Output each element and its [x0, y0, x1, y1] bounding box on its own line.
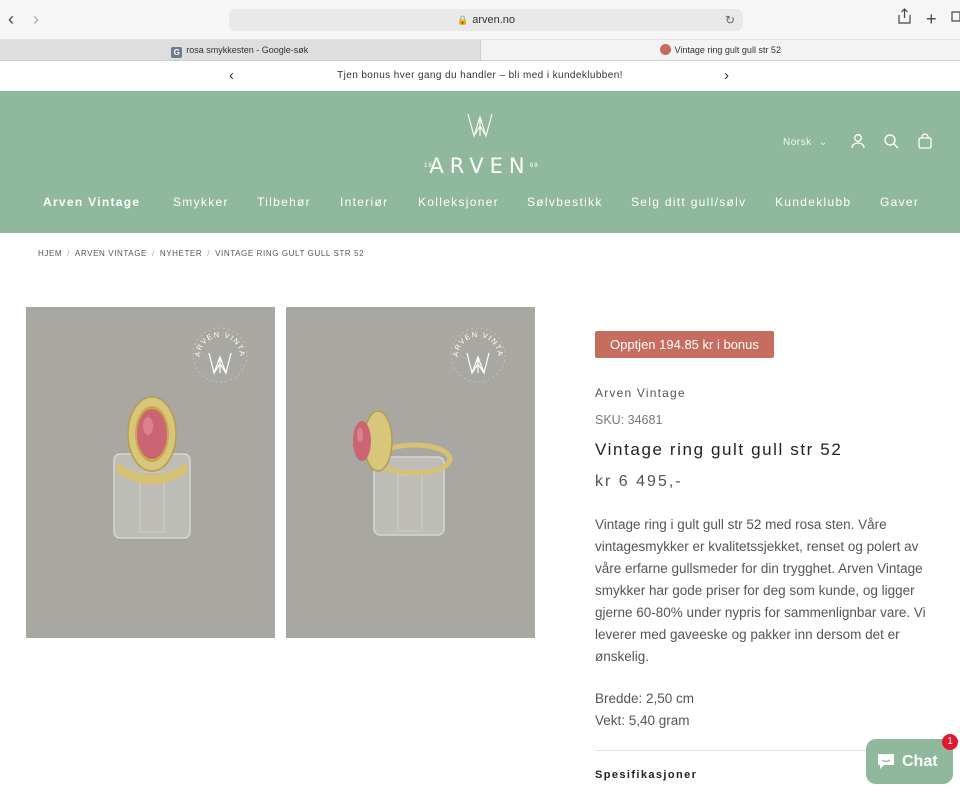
tab-overview-icon[interactable]: [951, 8, 960, 30]
google-favicon-icon: G: [171, 47, 183, 58]
svg-text:ARVEN VINTAGE: ARVEN VINTAGE: [188, 323, 247, 358]
address-bar[interactable]: 🔒 arven.no ↻: [229, 9, 743, 31]
prev-announcement-icon[interactable]: ‹: [229, 61, 234, 90]
chat-label: Chat: [902, 753, 938, 770]
chevron-down-icon: ⌄: [818, 137, 828, 148]
product-title: Vintage ring gult gull str 52: [595, 440, 843, 459]
site-header: 18 ARVEN 68 Norsk ⌄ Arven Vintage Smykke…: [0, 91, 960, 233]
nav-item-interior[interactable]: Interiør: [340, 195, 388, 209]
product-weight: Vekt: 5,40 gram: [595, 713, 690, 728]
breadcrumb-separator: /: [67, 249, 71, 258]
breadcrumb-separator: /: [151, 249, 155, 258]
new-tab-icon[interactable]: +: [926, 8, 937, 30]
nav-item-arven-vintage[interactable]: Arven Vintage: [43, 195, 140, 209]
share-icon[interactable]: [898, 8, 911, 31]
arven-vintage-stamp-icon: ARVEN VINTAGE: [446, 323, 506, 383]
search-icon[interactable]: [883, 133, 899, 154]
breadcrumb-home[interactable]: HJEM: [38, 249, 62, 258]
arven-logo-icon[interactable]: [465, 111, 495, 139]
reload-icon[interactable]: ↻: [725, 9, 735, 31]
logo-text[interactable]: ARVEN: [420, 154, 540, 178]
ring-side-image: [353, 410, 453, 536]
breadcrumb-nyheter[interactable]: NYHETER: [160, 249, 202, 258]
language-label: Norsk: [783, 137, 812, 148]
announcement-bar: ‹ Tjen bonus hver gang du handler – bli …: [0, 61, 960, 91]
arven-favicon-icon: [659, 44, 671, 55]
main-navigation: Arven Vintage Smykker Tilbehør Interiør …: [0, 195, 960, 215]
language-selector[interactable]: Norsk ⌄: [783, 137, 828, 148]
announcement-text[interactable]: Tjen bonus hver gang du handler – bli me…: [337, 70, 623, 81]
product-image-front[interactable]: ARVEN VINTAGE: [26, 307, 275, 638]
chat-bubble-icon: [878, 754, 894, 769]
tab-google-search[interactable]: Grosa smykkesten - Google-søk: [0, 40, 481, 60]
nav-item-kundeklubb[interactable]: Kundeklubb: [775, 195, 851, 209]
nav-item-smykker[interactable]: Smykker: [173, 195, 229, 209]
tab-product-page[interactable]: Vintage ring gult gull str 52: [480, 40, 960, 60]
url-text: arven.no: [472, 14, 516, 26]
product-image-side[interactable]: ARVEN VINTAGE: [286, 307, 535, 638]
nav-item-tilbehor[interactable]: Tilbehør: [257, 195, 311, 209]
breadcrumb-separator: /: [207, 249, 211, 258]
product-price: kr 6 495,-: [595, 473, 683, 490]
cart-icon[interactable]: [917, 133, 933, 154]
nav-item-kolleksjoner[interactable]: Kolleksjoner: [418, 195, 499, 209]
bonus-badge: Opptjen 194.85 kr i bonus: [595, 331, 774, 358]
specifications-toggle[interactable]: Spesifikasjoner: [595, 769, 697, 781]
logo-year-right: 68: [530, 163, 539, 169]
tab-label: Vintage ring gult gull str 52: [674, 45, 781, 55]
product-width: Bredde: 2,50 cm: [595, 691, 695, 706]
product-vendor[interactable]: Arven Vintage: [595, 386, 686, 400]
chat-button[interactable]: Chat: [866, 739, 953, 784]
nav-item-gaver[interactable]: Gaver: [880, 195, 919, 209]
ring-front-image: [113, 396, 191, 539]
browser-toolbar: ‹ › 🔒 arven.no ↻ +: [0, 0, 960, 40]
lock-icon: 🔒: [456, 15, 469, 25]
product-sku: SKU: 34681: [595, 413, 663, 427]
breadcrumb-arven-vintage[interactable]: ARVEN VINTAGE: [75, 249, 147, 258]
chat-notification-badge: 1: [942, 734, 958, 750]
arven-vintage-stamp-icon: ARVEN VINTAGE: [188, 323, 248, 383]
svg-text:ARVEN VINTAGE: ARVEN VINTAGE: [446, 323, 505, 358]
breadcrumb: HJEM / ARVEN VINTAGE / NYHETER / VINTAGE RING …: [38, 249, 364, 258]
nav-item-solvbestikk[interactable]: Sølvbestikk: [527, 195, 603, 209]
next-announcement-icon[interactable]: ›: [724, 61, 729, 90]
breadcrumb-current: VINTAGE RING GULT GULL STR 52: [215, 249, 365, 258]
forward-icon[interactable]: ›: [33, 8, 39, 30]
back-icon[interactable]: ‹: [8, 8, 14, 30]
tab-label: rosa smykkesten - Google-søk: [186, 45, 309, 55]
tab-bar: Grosa smykkesten - Google-søk Vintage ri…: [0, 40, 960, 61]
nav-item-selg-gull[interactable]: Selg ditt gull/sølv: [631, 195, 746, 209]
account-icon[interactable]: [850, 133, 866, 154]
product-description: Vintage ring i gult gull str 52 med rosa…: [595, 517, 926, 664]
